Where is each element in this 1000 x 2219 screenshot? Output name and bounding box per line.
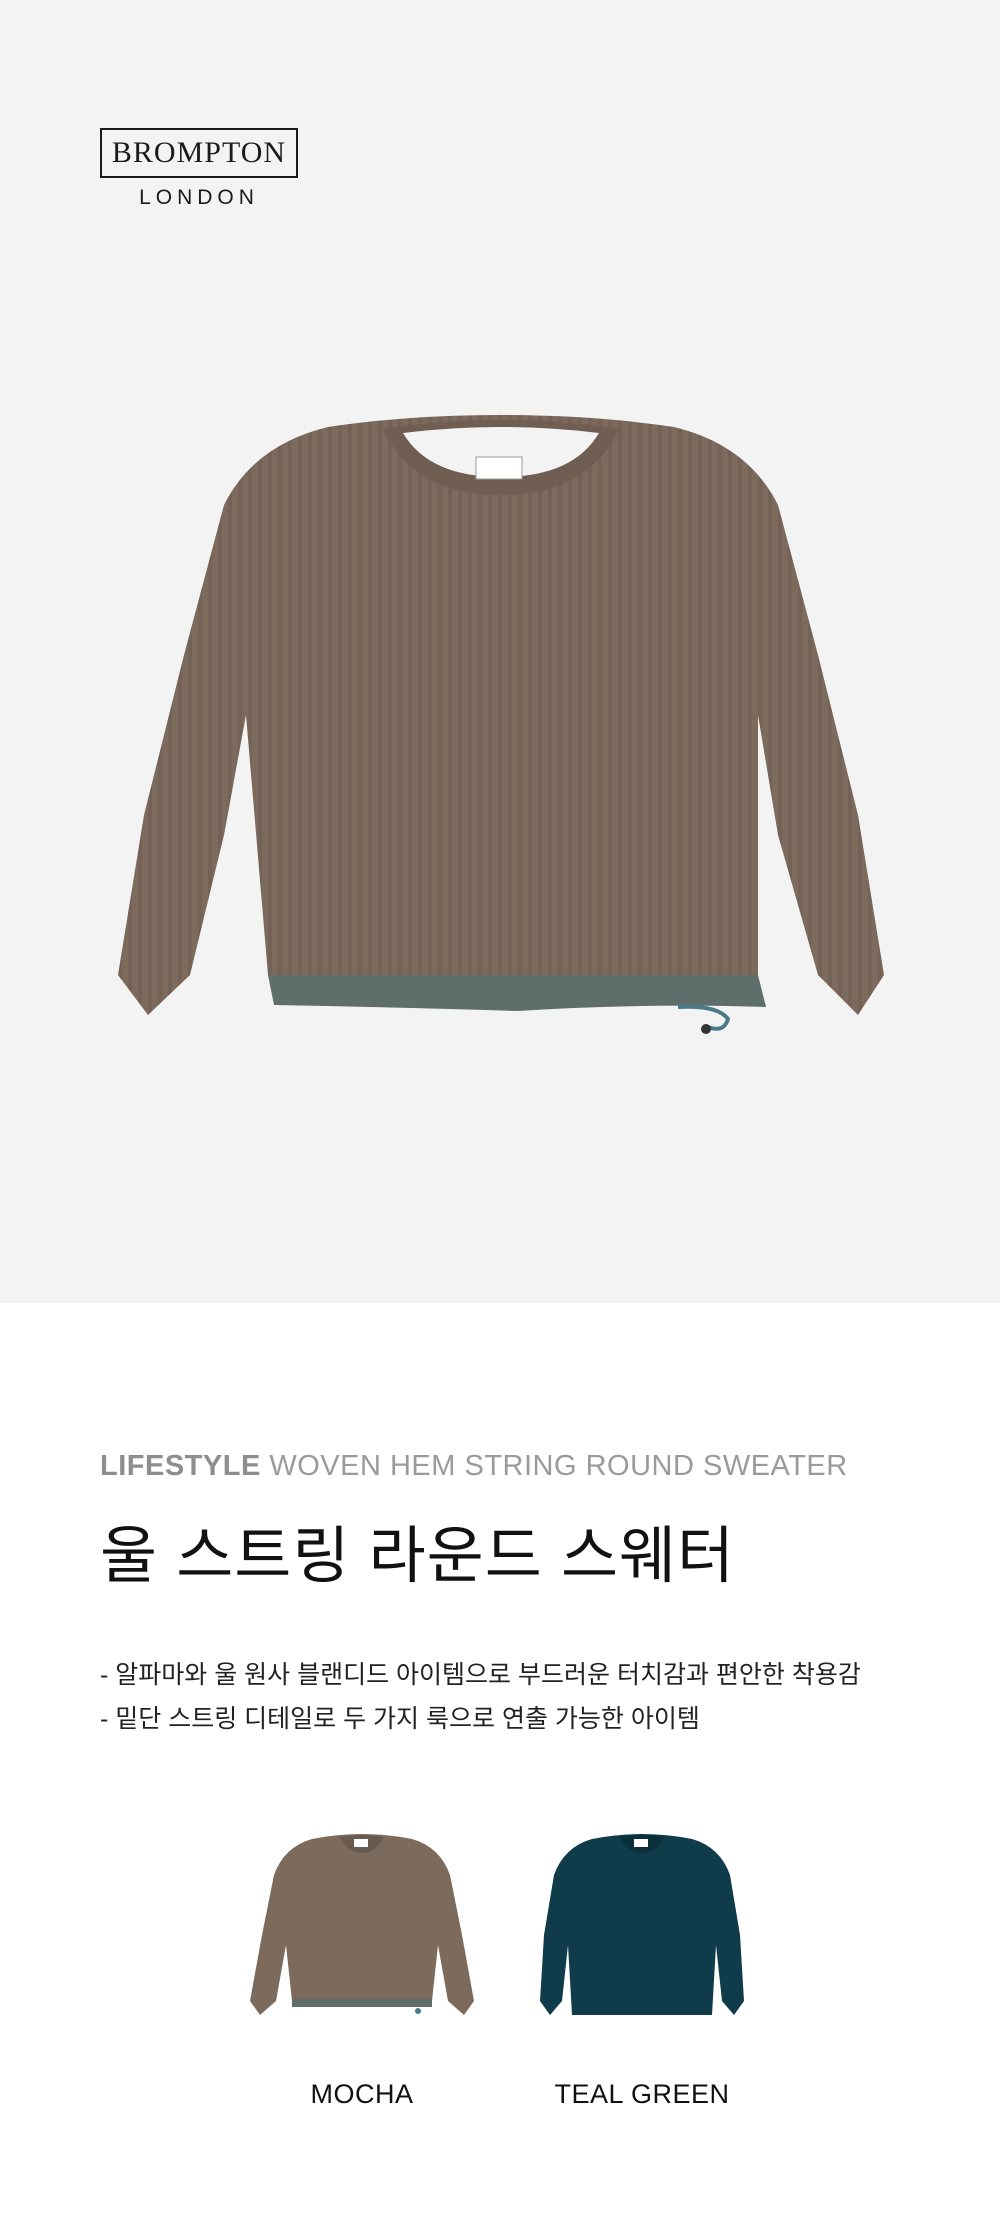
brand-location: LONDON	[139, 186, 259, 209]
description-line: - 밑단 스트링 디테일로 두 가지 룩으로 연출 가능한 아이템	[100, 1705, 700, 1733]
swatch-label: TEAL GREEN	[554, 2079, 730, 2109]
product-subtitle: LIFESTYLE WOVEN HEM STRING ROUND SWEATER	[100, 1450, 920, 1483]
color-options: MOCHA TEAL GREEN	[0, 1825, 1000, 2125]
brand-logo[interactable]: BROMPTON LONDON	[100, 128, 298, 210]
mocha-sweater-thumbnail	[250, 1834, 474, 2015]
product-english-name: WOVEN HEM STRING ROUND SWEATER	[269, 1450, 848, 1482]
hero-product-image	[118, 415, 884, 1034]
color-option-teal-green[interactable]: TEAL GREEN	[522, 1825, 762, 2110]
product-info: LIFESTYLE WOVEN HEM STRING ROUND SWEATER…	[100, 1450, 920, 1741]
product-category: LIFESTYLE	[100, 1450, 261, 1482]
product-title: 울 스트링 라운드 스웨터	[100, 1522, 736, 1591]
teal-green-sweater-thumbnail	[540, 1834, 744, 2015]
description-line: - 알파마와 울 원사 블랜디드 아이템으로 부드러운 터치감과 편안한 착용감	[100, 1661, 861, 1689]
hero-section: BROMPTON LONDON	[0, 0, 1000, 1303]
brand-name: BROMPTON	[100, 128, 298, 178]
color-option-mocha[interactable]: MOCHA	[242, 1825, 482, 2110]
product-description: - 알파마와 울 원사 블랜디드 아이템으로 부드러운 터치감과 편안한 착용감…	[100, 1653, 920, 1741]
swatch-label: MOCHA	[310, 2079, 414, 2109]
